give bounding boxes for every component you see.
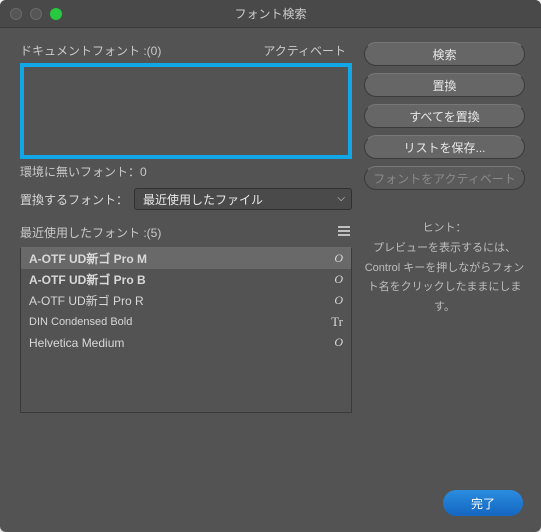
recent-fonts-list[interactable]: A-OTF UD新ゴ Pro MOA-OTF UD新ゴ Pro BOA-OTF … [20, 247, 352, 413]
recent-fonts-label: 最近使用したフォント :(5) [20, 224, 161, 241]
font-name: DIN Condensed Bold [29, 316, 132, 328]
font-list-item[interactable]: Helvetica Medium O [21, 332, 351, 353]
missing-fonts-label: 環境に無いフォント：0 [20, 163, 352, 180]
font-list-item[interactable]: DIN Condensed Bold Tr [21, 311, 351, 332]
font-name: A-OTF UD新ゴ Pro B [29, 271, 146, 288]
chevron-down-icon: ⌵ [337, 193, 345, 204]
font-search-window: フォント検索 ドキュメントフォント :(0) アクティベート 環境に無いフォント… [0, 0, 541, 532]
replace-font-value: 最近使用したファイル [143, 191, 263, 208]
font-type-badge: O [334, 272, 343, 287]
font-list-item[interactable]: A-OTF UD新ゴ Pro B O [21, 269, 351, 290]
document-fonts-list[interactable] [20, 63, 352, 159]
activate-column-label: アクティベート [263, 42, 346, 59]
font-type-badge: Tr [331, 314, 343, 330]
replace-font-row: 置換するフォント： 最近使用したファイル ⌵ [20, 188, 352, 210]
search-button[interactable]: 検索 [364, 42, 525, 66]
font-name: Helvetica Medium [29, 336, 124, 350]
minimize-icon[interactable] [30, 8, 42, 20]
hint-title: ヒント： [364, 219, 525, 239]
right-pane: 検索 置換 すべてを置換 リストを保存... フォントをアクティベート ヒント：… [364, 42, 525, 413]
list-view-icon[interactable] [338, 226, 352, 240]
traffic-lights [0, 8, 62, 20]
font-list-item[interactable]: A-OTF UD新ゴ Pro R O [21, 290, 351, 311]
close-icon[interactable] [10, 8, 22, 20]
doc-fonts-header: ドキュメントフォント :(0) アクティベート [20, 42, 352, 59]
replace-font-select[interactable]: 最近使用したファイル ⌵ [134, 188, 352, 210]
font-name: A-OTF UD新ゴ Pro M [29, 250, 147, 267]
done-button[interactable]: 完了 [443, 490, 523, 516]
font-type-badge: O [334, 251, 343, 266]
font-list-item[interactable]: A-OTF UD新ゴ Pro M O [21, 248, 351, 269]
maximize-icon[interactable] [50, 8, 62, 20]
font-type-badge: O [334, 293, 343, 308]
window-title: フォント検索 [0, 5, 541, 22]
replace-button[interactable]: 置換 [364, 73, 525, 97]
hint-block: ヒント： プレビューを表示するには、Control キーを押しながらフォント名を… [364, 219, 525, 318]
activate-font-button: フォントをアクティベート [364, 166, 525, 190]
titlebar: フォント検索 [0, 0, 541, 28]
font-type-badge: O [334, 335, 343, 350]
recent-fonts-header: 最近使用したフォント :(5) [20, 224, 352, 241]
document-fonts-label: ドキュメントフォント :(0) [20, 42, 161, 59]
left-pane: ドキュメントフォント :(0) アクティベート 環境に無いフォント：0 置換する… [20, 42, 352, 413]
replace-font-label: 置換するフォント： [20, 191, 128, 208]
font-name: A-OTF UD新ゴ Pro R [29, 292, 144, 309]
content: ドキュメントフォント :(0) アクティベート 環境に無いフォント：0 置換する… [0, 28, 541, 429]
save-list-button[interactable]: リストを保存... [364, 135, 525, 159]
hint-body: プレビューを表示するには、Control キーを押しながらフォント名をクリックし… [364, 239, 525, 318]
replace-all-button[interactable]: すべてを置換 [364, 104, 525, 128]
